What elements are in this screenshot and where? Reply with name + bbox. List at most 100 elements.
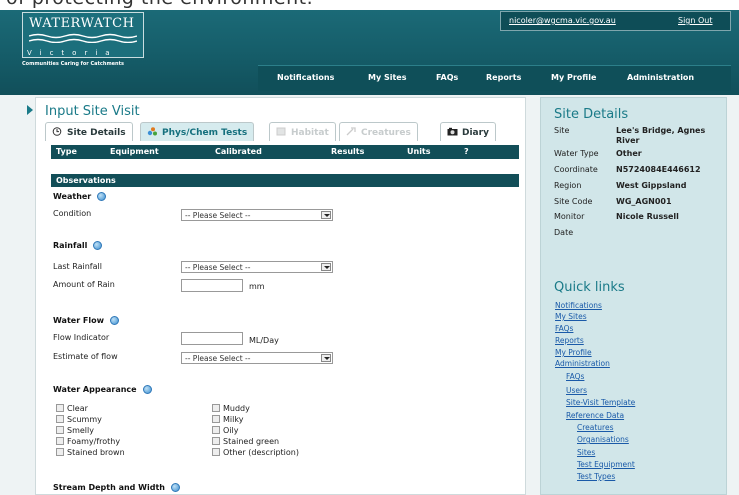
detail-value-site-code: WG_AGN001 <box>616 197 672 206</box>
nav-my-sites[interactable]: My Sites <box>368 73 406 82</box>
waves-icon <box>29 33 137 43</box>
sign-out-link[interactable]: Sign Out <box>678 16 713 25</box>
appearance-scummy-checkbox[interactable]: Scummy <box>56 415 102 424</box>
checkbox-box[interactable] <box>56 404 64 412</box>
rainfall-section-title: Rainfall <box>53 241 103 250</box>
tab-creatures[interactable]: Creatures <box>339 122 418 141</box>
checkbox-box[interactable] <box>56 426 64 434</box>
arrow-icon <box>27 105 33 115</box>
checkbox-label: Muddy <box>223 404 250 413</box>
column-help: ? <box>464 147 469 156</box>
appearance-muddy-checkbox[interactable]: Muddy <box>212 404 250 413</box>
detail-value-site: Lee's Bridge, Agnes River <box>616 126 706 145</box>
camera-icon <box>447 127 458 136</box>
checkbox-label: Oily <box>223 426 239 435</box>
quick-link-faqs[interactable]: FAQs <box>555 324 573 333</box>
nav-notifications[interactable]: Notifications <box>277 73 334 82</box>
checkbox-label: Other (description) <box>223 448 299 457</box>
water-appearance-title: Water Appearance <box>53 385 137 394</box>
banner-text: of protecting the environment. <box>6 0 313 9</box>
appearance-other-checkbox[interactable]: Other (description) <box>212 448 299 457</box>
page-title: Input Site Visit <box>45 104 140 119</box>
main-nav: Notifications My Sites FAQs Reports My P… <box>258 65 731 91</box>
quick-link-notifications[interactable]: Notifications <box>555 301 602 310</box>
checkbox-label: Milky <box>223 415 244 424</box>
checkbox-label: Clear <box>67 404 88 413</box>
flow-indicator-input[interactable] <box>181 332 243 345</box>
column-equipment: Equipment <box>110 147 159 156</box>
tab-habitat[interactable]: Habitat <box>269 122 336 141</box>
creature-icon <box>346 127 356 136</box>
reference-link-organisations[interactable]: Organisations <box>577 435 629 444</box>
reference-link-test-equipment[interactable]: Test Equipment <box>577 460 635 469</box>
rainfall-title: Rainfall <box>53 241 88 250</box>
estimate-of-flow-select[interactable]: -- Please Select -- <box>181 352 333 364</box>
detail-label-region: Region <box>554 181 582 190</box>
site-details-title: Site Details <box>554 107 629 122</box>
last-rainfall-label: Last Rainfall <box>53 262 102 271</box>
sidebar: Site Details Site Lee's Bridge, Agnes Ri… <box>540 97 727 495</box>
appearance-oily-checkbox[interactable]: Oily <box>212 426 238 435</box>
help-icon[interactable] <box>93 241 103 250</box>
tab-phys-chem-tests[interactable]: Phys/Chem Tests <box>140 122 255 141</box>
checkbox-box[interactable] <box>212 437 220 445</box>
stream-depth-section-title: Stream Depth and Width <box>53 483 180 492</box>
checkbox-box[interactable] <box>212 404 220 412</box>
amount-of-rain-input[interactable] <box>181 279 243 292</box>
help-icon[interactable] <box>110 316 120 325</box>
appearance-stained-green-checkbox[interactable]: Stained green <box>212 437 279 446</box>
weather-section-title: Weather <box>53 192 107 201</box>
nav-my-profile[interactable]: My Profile <box>551 73 596 82</box>
detail-value-region: West Gippsland <box>616 181 687 190</box>
estimate-of-flow-label: Estimate of flow <box>53 352 118 361</box>
reference-link-test-types[interactable]: Test Types <box>577 472 615 481</box>
checkbox-box[interactable] <box>212 415 220 423</box>
last-rainfall-select[interactable]: -- Please Select -- <box>181 261 333 273</box>
admin-link-faqs[interactable]: FAQs <box>566 372 584 381</box>
quick-link-administration[interactable]: Administration <box>555 359 610 368</box>
checkbox-box[interactable] <box>212 448 220 456</box>
appearance-smelly-checkbox[interactable]: Smelly <box>56 426 94 435</box>
reference-link-sites[interactable]: Sites <box>577 448 595 457</box>
column-results: Results <box>331 147 365 156</box>
detail-label-date: Date <box>554 228 574 237</box>
admin-link-site-visit-template[interactable]: Site-Visit Template <box>566 398 635 407</box>
waterwatch-logo[interactable]: WATERWATCH Victoria <box>22 12 144 58</box>
tab-site-details[interactable]: Site Details <box>45 122 133 141</box>
help-icon[interactable] <box>142 385 152 394</box>
quick-link-my-profile[interactable]: My Profile <box>555 348 592 357</box>
appearance-stained-brown-checkbox[interactable]: Stained brown <box>56 448 125 457</box>
estimate-of-flow-value: -- Please Select -- <box>185 354 251 363</box>
amount-of-rain-label: Amount of Rain <box>53 280 115 289</box>
help-icon[interactable] <box>171 483 180 492</box>
checkbox-box[interactable] <box>56 437 64 445</box>
logo-title: WATERWATCH <box>29 16 135 31</box>
chevron-down-icon <box>321 263 331 271</box>
admin-link-reference-data[interactable]: Reference Data <box>566 411 624 420</box>
tab-diary[interactable]: Diary <box>440 122 496 141</box>
quick-links-title: Quick links <box>554 280 625 295</box>
chevron-down-icon <box>321 211 331 219</box>
appearance-milky-checkbox[interactable]: Milky <box>212 415 243 424</box>
logo-tagline: Communities Caring for Catchments <box>22 61 124 67</box>
user-email-link[interactable]: nicoler@wgcma.vic.gov.au <box>509 16 616 25</box>
admin-link-users[interactable]: Users <box>566 386 587 395</box>
condition-value: -- Please Select -- <box>185 211 251 220</box>
nav-administration[interactable]: Administration <box>627 73 694 82</box>
checkbox-box[interactable] <box>56 448 64 456</box>
checkbox-box[interactable] <box>56 415 64 423</box>
detail-label-coordinate: Coordinate <box>554 165 598 174</box>
nav-faqs[interactable]: FAQs <box>436 73 458 82</box>
appearance-clear-checkbox[interactable]: Clear <box>56 404 88 413</box>
condition-select[interactable]: -- Please Select -- <box>181 209 333 221</box>
tab-label: Diary <box>462 128 489 138</box>
quick-link-reports[interactable]: Reports <box>555 336 584 345</box>
reference-link-creatures[interactable]: Creatures <box>577 423 614 432</box>
appearance-foamy-checkbox[interactable]: Foamy/frothy <box>56 437 120 446</box>
quick-link-my-sites[interactable]: My Sites <box>555 312 587 321</box>
nav-reports[interactable]: Reports <box>486 73 521 82</box>
logo-state: Victoria <box>27 49 118 57</box>
flow-indicator-label: Flow Indicator <box>53 333 110 342</box>
help-icon[interactable] <box>97 192 107 201</box>
checkbox-box[interactable] <box>212 426 220 434</box>
